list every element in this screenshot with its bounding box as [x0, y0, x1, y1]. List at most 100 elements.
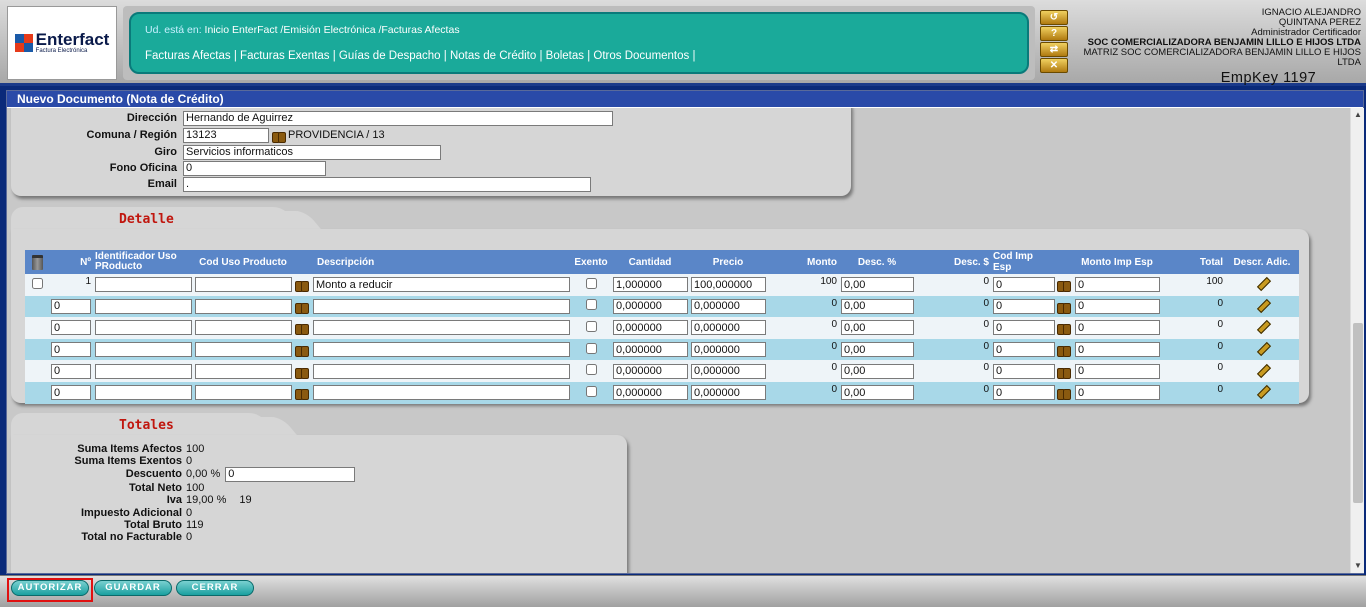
monto-imp-esp-input[interactable]	[1075, 342, 1160, 358]
binoculars-icon[interactable]	[295, 300, 309, 314]
exento-checkbox[interactable]	[585, 299, 597, 311]
desc-pct-input[interactable]	[841, 298, 914, 314]
cantidad-input[interactable]	[613, 298, 688, 314]
precio-input[interactable]	[691, 363, 766, 379]
cod-imp-esp-input[interactable]	[993, 342, 1055, 358]
binoculars-icon[interactable]	[1057, 278, 1071, 293]
cantidad-input[interactable]	[613, 320, 688, 336]
binoculars-icon[interactable]	[1057, 343, 1071, 358]
enterfact-logo[interactable]: Enterfact Factura Electrónica	[7, 6, 117, 80]
nav-guias-despacho[interactable]: Guías de Despacho	[339, 50, 441, 62]
trash-icon[interactable]	[31, 254, 43, 270]
cantidad-input[interactable]	[613, 277, 688, 293]
scroll-up-icon[interactable]: ▲	[1351, 108, 1365, 122]
precio-input[interactable]	[691, 277, 766, 293]
monto-imp-esp-input[interactable]	[1075, 385, 1160, 401]
identificador-input[interactable]	[95, 385, 192, 401]
row-number-input[interactable]	[51, 363, 91, 379]
precio-input[interactable]	[691, 385, 766, 401]
direccion-input[interactable]	[183, 110, 613, 126]
row-select-checkbox[interactable]	[31, 277, 43, 289]
autorizar-button[interactable]: AUTORIZAR	[11, 580, 89, 596]
identificador-input[interactable]	[95, 277, 192, 293]
help-icon[interactable]: ?	[1040, 26, 1068, 41]
vertical-scrollbar[interactable]: ▲ ▼	[1350, 108, 1364, 573]
identificador-input[interactable]	[95, 298, 192, 314]
identificador-input[interactable]	[95, 342, 192, 358]
identificador-input[interactable]	[95, 363, 192, 379]
monto-imp-esp-input[interactable]	[1075, 298, 1160, 314]
binoculars-icon[interactable]	[1057, 321, 1071, 336]
descripcion-input[interactable]	[313, 385, 570, 401]
precio-input[interactable]	[691, 298, 766, 314]
exento-checkbox[interactable]	[585, 385, 597, 397]
nav-facturas-exentas[interactable]: Facturas Exentas	[240, 50, 329, 62]
row-number-input[interactable]	[51, 298, 91, 314]
nav-notas-credito[interactable]: Notas de Crédito	[450, 50, 536, 62]
scroll-down-icon[interactable]: ▼	[1351, 559, 1365, 573]
edit-pencil-icon[interactable]	[1255, 276, 1269, 290]
cod-uso-input[interactable]	[195, 385, 292, 401]
monto-imp-esp-input[interactable]	[1075, 320, 1160, 336]
cod-imp-esp-input[interactable]	[993, 385, 1055, 401]
edit-pencil-icon[interactable]	[1255, 298, 1269, 312]
binoculars-icon[interactable]	[1057, 386, 1071, 401]
binoculars-icon[interactable]	[1057, 300, 1071, 314]
back-icon[interactable]: ↺	[1040, 10, 1068, 25]
precio-input[interactable]	[691, 342, 766, 358]
nav-boletas[interactable]: Boletas	[546, 50, 584, 62]
giro-input[interactable]	[183, 144, 441, 160]
precio-input[interactable]	[691, 320, 766, 336]
cod-uso-input[interactable]	[195, 277, 292, 293]
monto-imp-esp-input[interactable]	[1075, 363, 1160, 379]
cod-imp-esp-input[interactable]	[993, 298, 1055, 314]
cod-uso-input[interactable]	[195, 320, 292, 336]
edit-pencil-icon[interactable]	[1255, 363, 1269, 377]
edit-pencil-icon[interactable]	[1255, 384, 1269, 398]
desc-pct-input[interactable]	[841, 320, 914, 336]
comuna-input[interactable]	[183, 127, 269, 143]
edit-pencil-icon[interactable]	[1255, 319, 1269, 333]
cod-imp-esp-input[interactable]	[993, 320, 1055, 336]
exento-checkbox[interactable]	[585, 277, 597, 289]
desc-pct-input[interactable]	[841, 385, 914, 401]
desc-pct-input[interactable]	[841, 277, 914, 293]
binoculars-icon[interactable]	[295, 386, 309, 401]
cantidad-input[interactable]	[613, 363, 688, 379]
exento-checkbox[interactable]	[585, 342, 597, 354]
descripcion-input[interactable]	[313, 342, 570, 358]
descripcion-input[interactable]	[313, 277, 570, 293]
cod-imp-esp-input[interactable]	[993, 363, 1055, 379]
guardar-button[interactable]: GUARDAR	[94, 580, 172, 596]
descripcion-input[interactable]	[313, 320, 570, 336]
scroll-thumb[interactable]	[1353, 323, 1363, 503]
binoculars-icon[interactable]	[295, 278, 309, 293]
email-input[interactable]	[183, 176, 591, 192]
cantidad-input[interactable]	[613, 342, 688, 358]
cantidad-input[interactable]	[613, 385, 688, 401]
monto-imp-esp-input[interactable]	[1075, 277, 1160, 293]
binoculars-icon[interactable]	[295, 343, 309, 358]
cod-imp-esp-input[interactable]	[993, 277, 1055, 293]
exento-checkbox[interactable]	[585, 364, 597, 376]
edit-pencil-icon[interactable]	[1255, 341, 1269, 355]
row-number-input[interactable]	[51, 385, 91, 401]
nav-facturas-afectas[interactable]: Facturas Afectas	[145, 50, 231, 62]
row-number-input[interactable]	[51, 342, 91, 358]
identificador-input[interactable]	[95, 320, 192, 336]
desc-pct-input[interactable]	[841, 363, 914, 379]
close-icon[interactable]: ✕	[1040, 58, 1068, 73]
cod-uso-input[interactable]	[195, 298, 292, 314]
descripcion-input[interactable]	[313, 363, 570, 379]
binoculars-icon[interactable]	[1057, 365, 1071, 379]
binoculars-icon[interactable]	[295, 321, 309, 336]
cod-uso-input[interactable]	[195, 363, 292, 379]
cerrar-button[interactable]: CERRAR	[176, 580, 254, 596]
descripcion-input[interactable]	[313, 298, 570, 314]
desc-pct-input[interactable]	[841, 342, 914, 358]
fono-input[interactable]	[183, 160, 326, 176]
exento-checkbox[interactable]	[585, 320, 597, 332]
row-number-input[interactable]	[51, 320, 91, 336]
nav-otros-documentos[interactable]: Otros Documentos	[593, 50, 689, 62]
binoculars-icon[interactable]	[295, 365, 309, 379]
